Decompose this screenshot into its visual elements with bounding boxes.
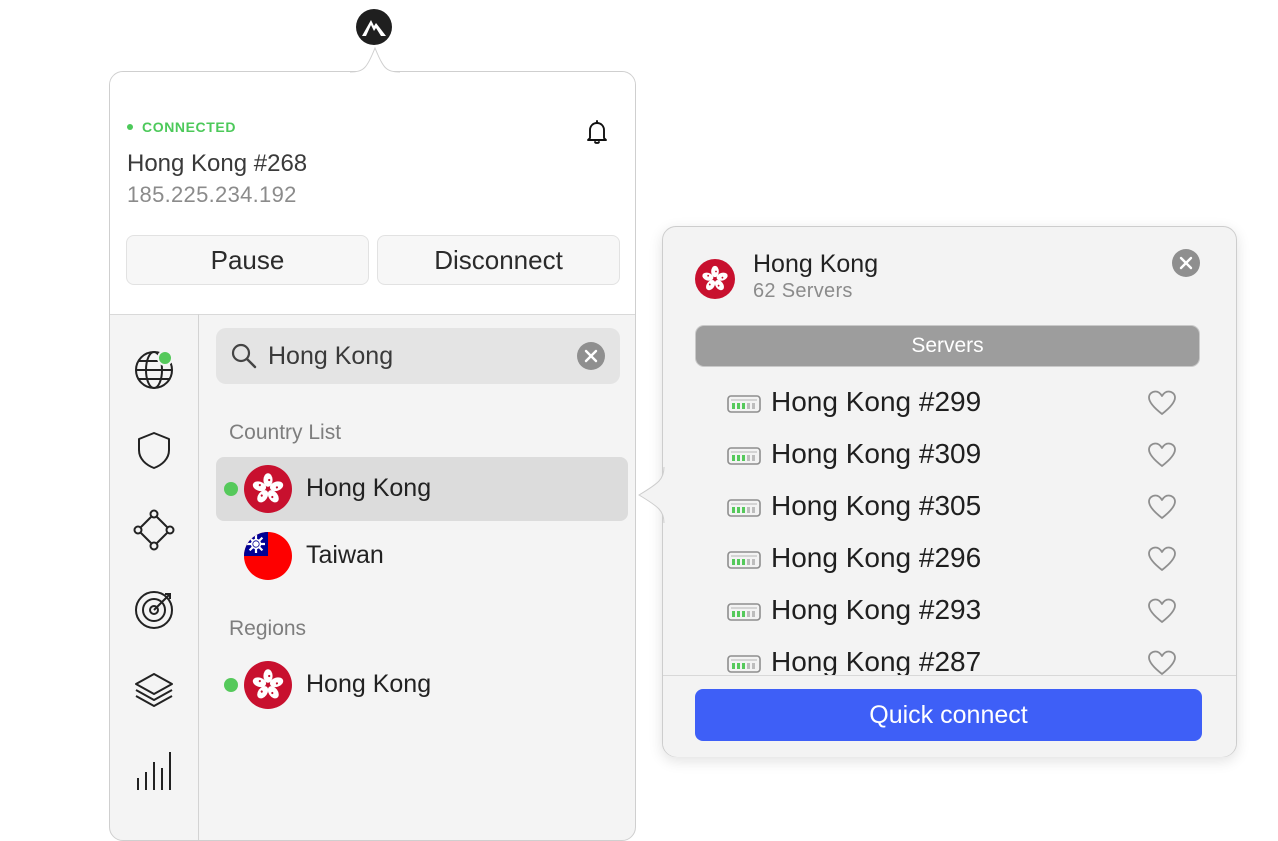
main-popover: CONNECTED Hong Kong #268 185.225.234.192… [109,71,636,841]
server-name: Hong Kong #296 [771,542,982,573]
sidebar [110,314,199,840]
popover-arrow [638,467,665,523]
region-name: Hong Kong [306,670,432,698]
heart-icon[interactable] [1147,389,1177,417]
close-icon[interactable] [1172,249,1200,277]
pause-button[interactable]: Pause [126,235,369,285]
regions-heading: Regions [229,617,307,640]
hong-kong-flag-icon [244,465,292,513]
connected-server-ip: 185.225.234.192 [127,182,297,207]
server-list: Hong Kong #299 Hong Kong #309 Hong Kong … [663,377,1236,677]
server-row[interactable]: Hong Kong #287 [663,637,1236,677]
country-list-heading: Country List [229,421,342,444]
servers-count: 62 Servers [753,280,853,302]
nordvpn-logo-icon[interactable] [355,8,393,46]
connected-server-name: Hong Kong #268 [127,150,308,177]
server-name: Hong Kong #287 [771,646,982,677]
servers-footer: Quick connect [663,675,1236,757]
search-input[interactable] [268,328,568,384]
server-row[interactable]: Hong Kong #296 [663,533,1236,585]
servers-country-title: Hong Kong [753,250,879,278]
server-name: Hong Kong #293 [771,594,982,625]
tab-servers[interactable]: Servers [696,326,1199,366]
connection-status: CONNECTED [127,119,236,135]
server-load-icon [727,499,761,517]
hong-kong-flag-icon [695,259,735,299]
heart-icon[interactable] [1147,597,1177,625]
taiwan-flag-icon [244,532,292,580]
meshnet-icon[interactable] [132,508,176,552]
search-box[interactable] [216,328,620,384]
connection-header: CONNECTED Hong Kong #268 185.225.234.192… [110,72,635,315]
status-text: CONNECTED [142,119,237,135]
heart-icon[interactable] [1147,441,1177,469]
servers-popover: Hong Kong 62 Servers Servers Hong Kong #… [662,226,1237,757]
layers-icon[interactable] [132,668,176,712]
server-row[interactable]: Hong Kong #299 [663,377,1236,429]
heart-icon[interactable] [1147,545,1177,573]
bell-icon[interactable] [585,119,609,145]
country-name: Taiwan [306,541,384,569]
country-row-taiwan[interactable]: Taiwan [216,524,628,588]
target-icon[interactable] [132,588,176,632]
connected-dot [224,678,238,692]
server-load-icon [727,551,761,569]
server-name: Hong Kong #309 [771,438,982,469]
country-row-hong-kong[interactable]: Hong Kong [216,457,628,521]
server-row[interactable]: Hong Kong #293 [663,585,1236,637]
shield-icon[interactable] [132,428,176,472]
region-row-hong-kong[interactable]: Hong Kong [216,653,628,717]
server-name: Hong Kong #299 [771,386,982,417]
search-icon [231,343,257,369]
quick-connect-button[interactable]: Quick connect [695,689,1202,741]
server-load-icon [727,447,761,465]
active-badge [157,350,173,366]
hong-kong-flag-icon [244,661,292,709]
server-load-icon [727,655,761,673]
server-load-icon [727,395,761,413]
server-row[interactable]: Hong Kong #309 [663,429,1236,481]
heart-icon[interactable] [1147,493,1177,521]
heart-icon[interactable] [1147,649,1177,677]
country-name: Hong Kong [306,474,432,502]
server-load-icon [727,603,761,621]
stats-icon[interactable] [132,748,176,792]
disconnect-button[interactable]: Disconnect [377,235,620,285]
connected-dot [224,482,238,496]
status-dot [127,124,133,130]
globe-icon[interactable] [132,348,176,392]
server-row[interactable]: Hong Kong #305 [663,481,1236,533]
clear-search-icon[interactable] [577,342,605,370]
server-name: Hong Kong #305 [771,490,982,521]
popover-arrow [350,46,400,73]
